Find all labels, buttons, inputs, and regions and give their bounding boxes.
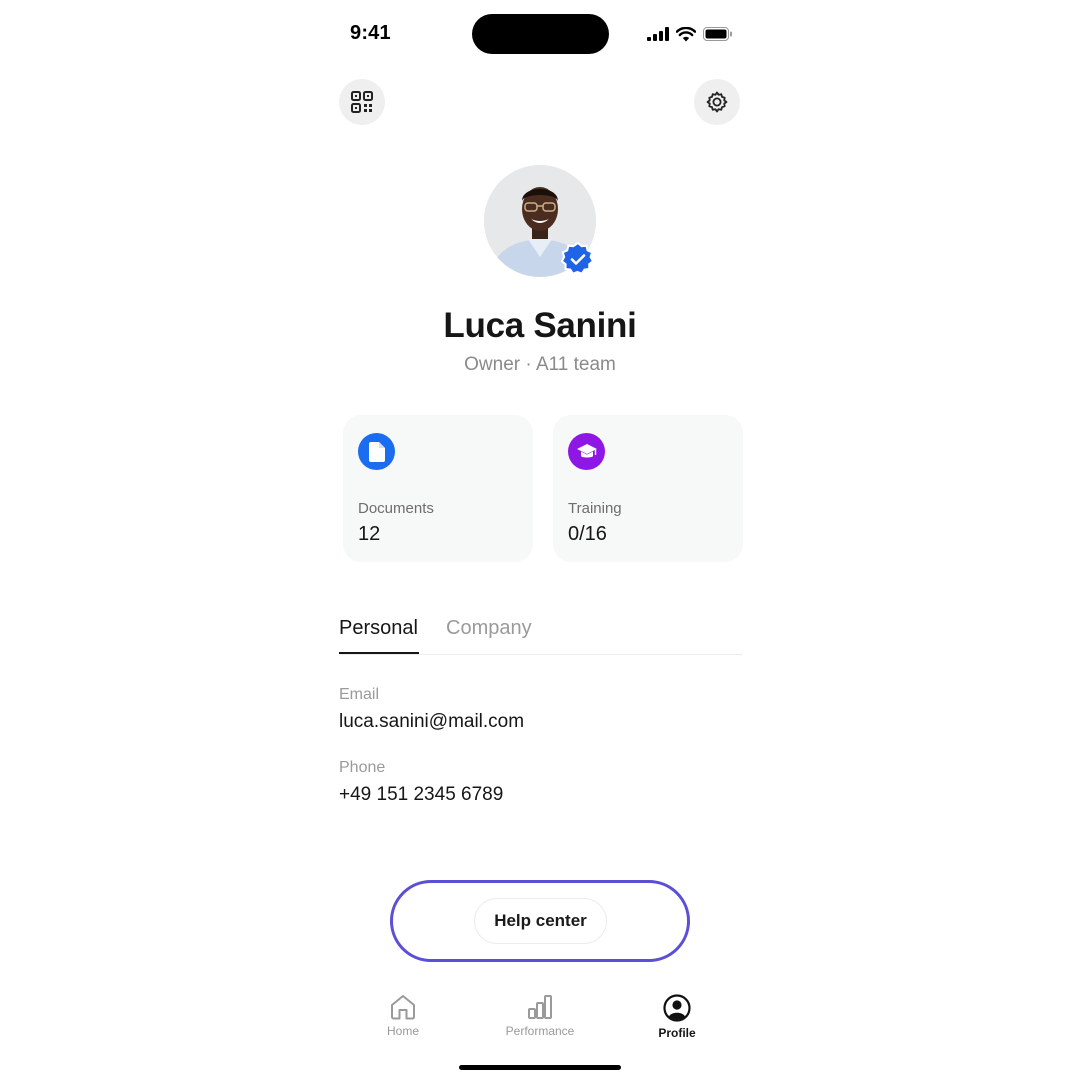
nav-performance[interactable]: Performance xyxy=(490,994,590,1038)
bar-chart-icon xyxy=(528,995,552,1019)
user-icon xyxy=(663,994,691,1022)
tab-personal[interactable]: Personal xyxy=(339,617,418,640)
nav-performance-label: Performance xyxy=(505,1024,575,1038)
help-center-button[interactable]: Help center xyxy=(474,898,607,944)
home-indicator[interactable] xyxy=(459,1065,621,1070)
phone-value[interactable]: +49 151 2345 6789 xyxy=(339,784,503,806)
profile-screen: 9:41 Luca Sanini Owner · A11 team Docume… xyxy=(0,0,1080,1080)
tab-company[interactable]: Company xyxy=(446,617,532,640)
graduation-cap-icon xyxy=(576,443,597,457)
home-icon xyxy=(391,995,415,1020)
training-card[interactable]: Training 0/16 xyxy=(553,415,743,562)
email-label: Email xyxy=(339,686,380,703)
qr-code-button[interactable] xyxy=(339,79,385,125)
training-label: Training xyxy=(568,500,622,517)
battery-icon xyxy=(703,27,732,41)
tab-divider xyxy=(339,654,742,655)
email-value[interactable]: luca.sanini@mail.com xyxy=(339,711,524,733)
wifi-icon xyxy=(676,26,696,41)
verified-badge-icon xyxy=(561,242,595,275)
gear-icon xyxy=(706,91,728,113)
document-icon xyxy=(368,441,385,462)
profile-subtitle: Owner · A11 team xyxy=(464,354,616,375)
status-icons xyxy=(647,24,733,44)
nav-profile-label: Profile xyxy=(658,1026,696,1040)
nav-home-label: Home xyxy=(386,1024,419,1038)
dynamic-island xyxy=(472,14,609,54)
nav-home[interactable]: Home xyxy=(353,994,453,1038)
active-tab-indicator xyxy=(339,652,419,654)
settings-button[interactable] xyxy=(694,79,740,125)
documents-card[interactable]: Documents 12 xyxy=(343,415,533,562)
training-progress: 0/16 xyxy=(568,523,607,545)
phone-label: Phone xyxy=(339,759,386,776)
documents-label: Documents xyxy=(358,500,434,517)
document-icon-circle xyxy=(358,433,395,470)
cellular-signal-icon xyxy=(647,27,669,41)
nav-profile[interactable]: Profile xyxy=(627,994,727,1040)
status-time: 9:41 xyxy=(350,22,391,44)
training-icon-circle xyxy=(568,433,605,470)
documents-count: 12 xyxy=(358,523,381,545)
profile-name: Luca Sanini xyxy=(443,306,637,345)
qr-code-icon xyxy=(351,91,373,113)
